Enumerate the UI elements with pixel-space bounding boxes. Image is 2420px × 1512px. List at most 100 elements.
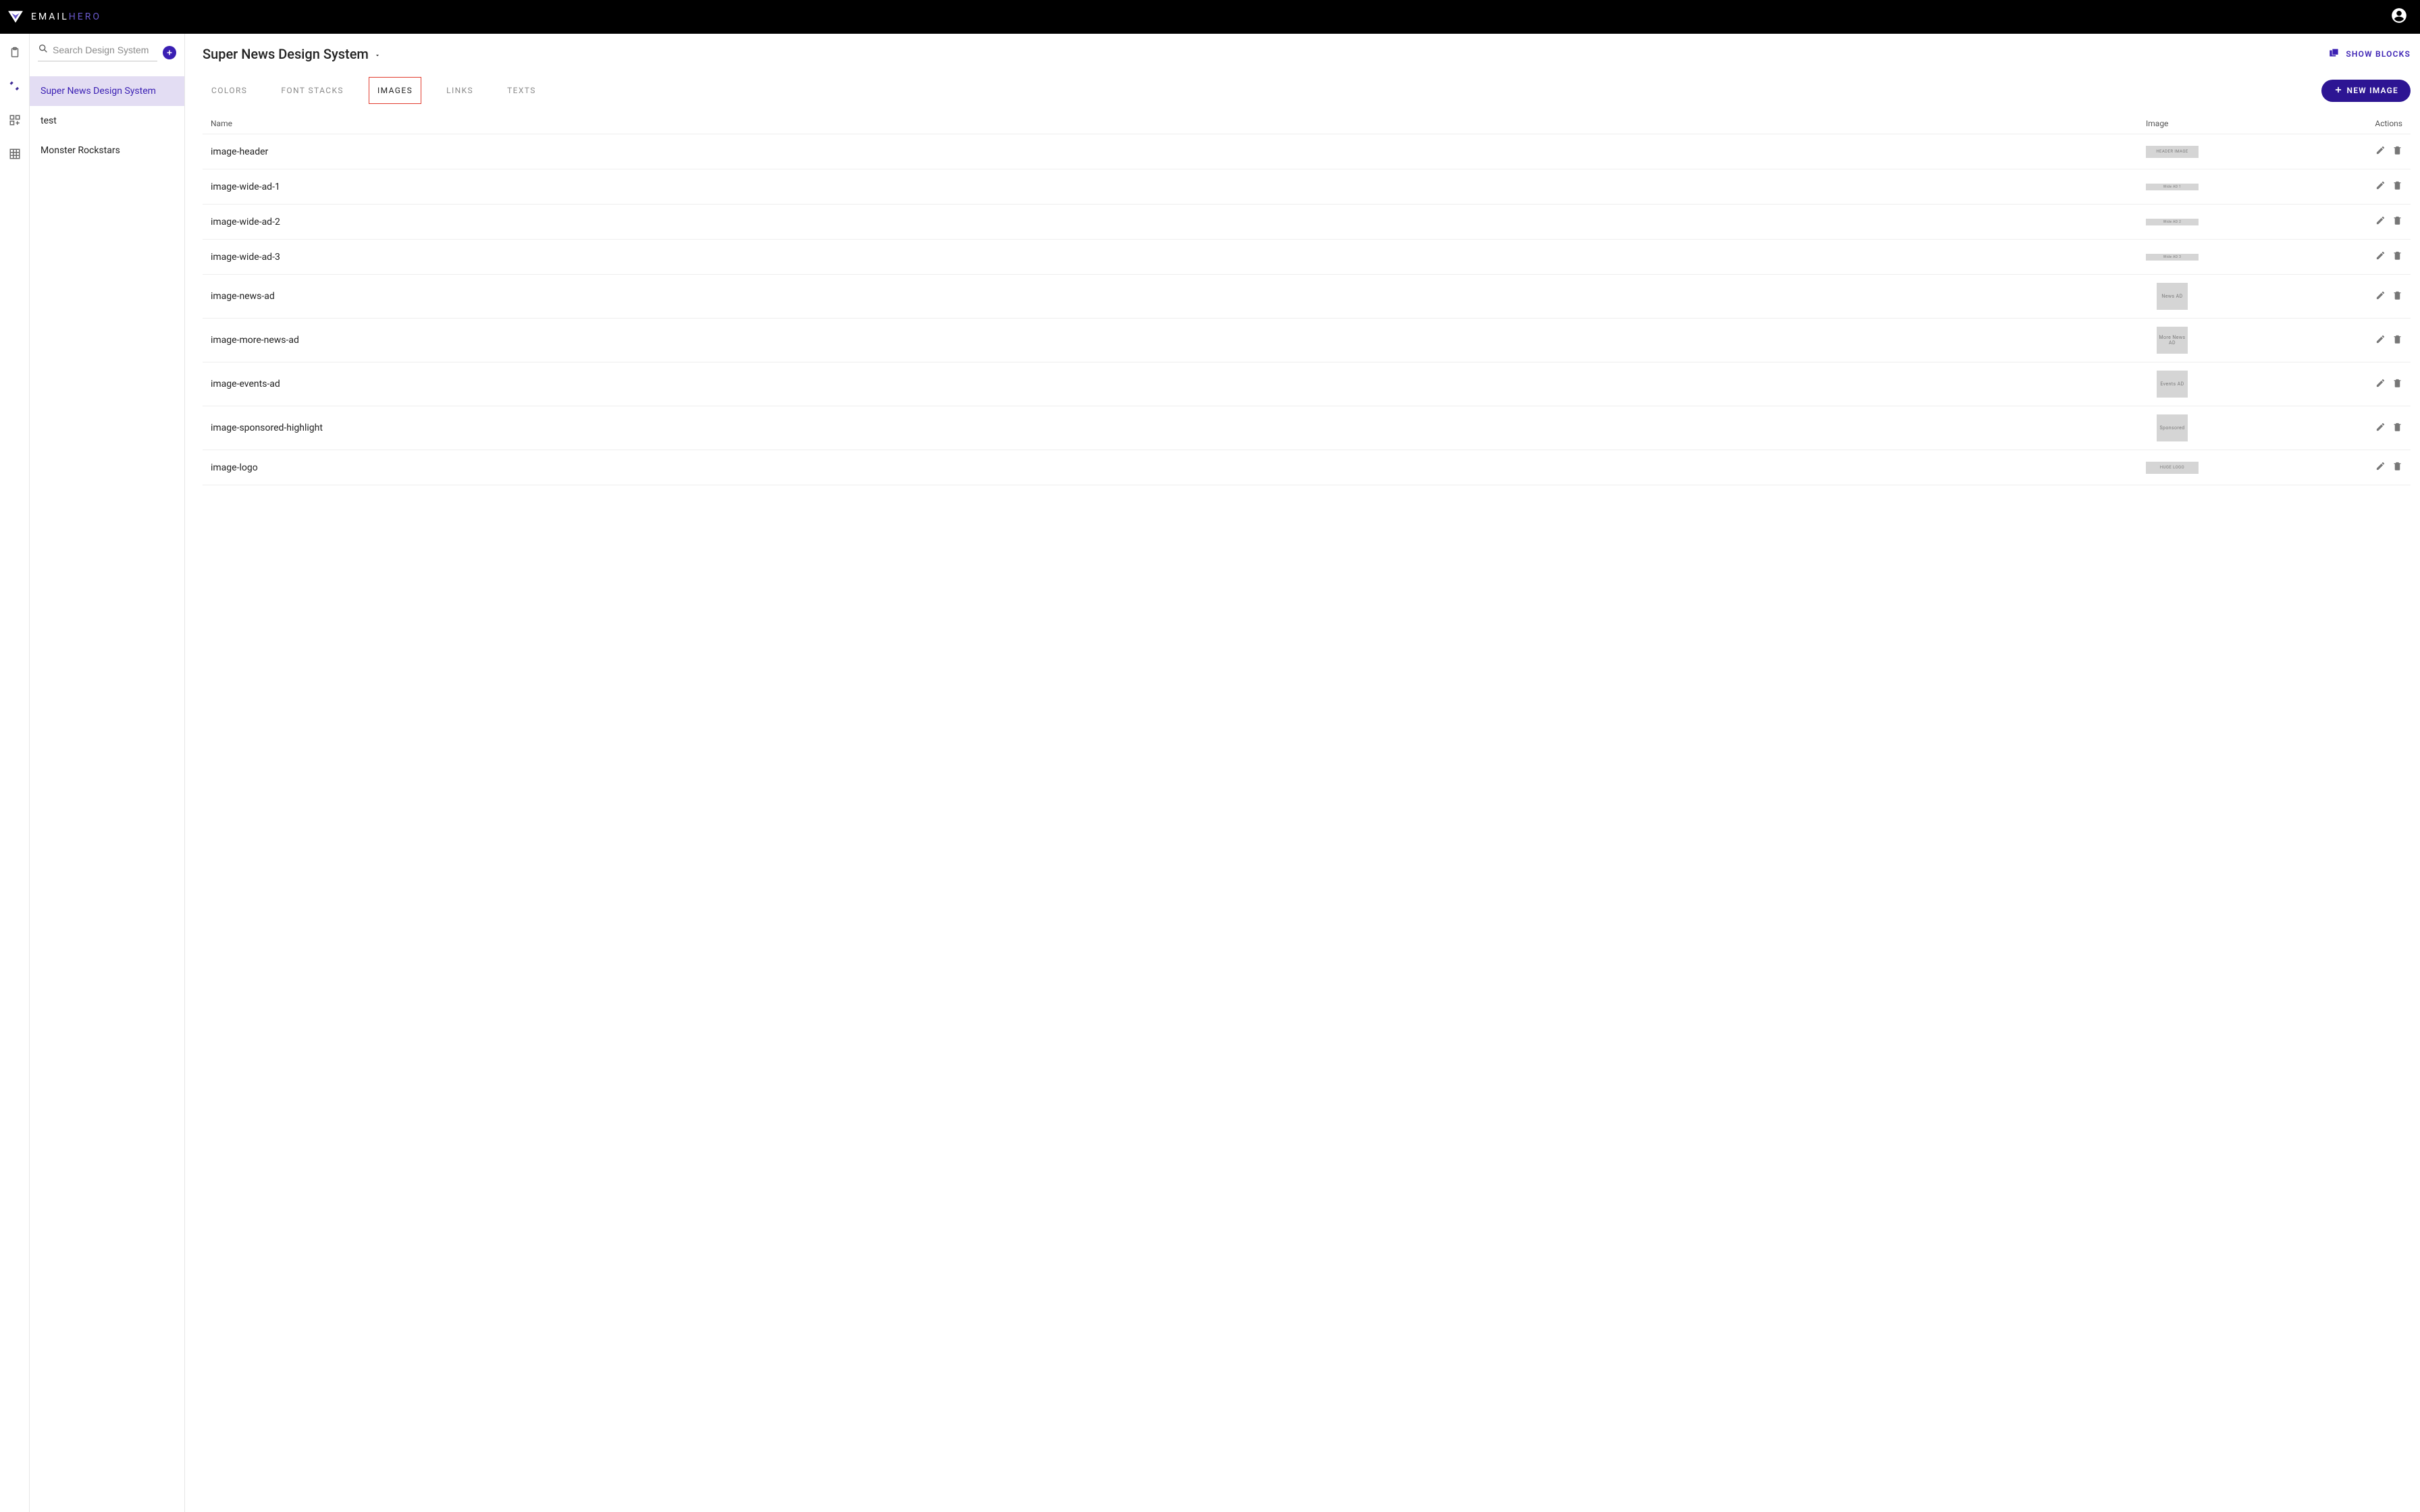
image-placeholder: Wide AD 3: [2146, 254, 2199, 261]
cell-image: Events AD: [2146, 371, 2321, 398]
rail-tools-icon[interactable]: [7, 78, 23, 94]
cell-name: image-wide-ad-2: [211, 217, 2146, 227]
blocks-icon: [2328, 47, 2340, 61]
table-header: Name Image Actions: [203, 113, 2411, 134]
cell-actions: [2321, 422, 2402, 435]
brand-logo-icon: [7, 8, 24, 26]
brand: EMAILHERO: [7, 8, 101, 26]
brand-text: EMAILHERO: [31, 11, 101, 22]
sidebar: Super News Design SystemtestMonster Rock…: [30, 34, 185, 1512]
table-row: image-wide-ad-3Wide AD 3: [203, 240, 2411, 275]
cell-image: Sponsored: [2146, 414, 2321, 441]
main-header: Super News Design System SHOW BLOCKS: [203, 46, 2411, 62]
tab-font-stacks[interactable]: FONT STACKS: [272, 77, 352, 104]
tab-colors[interactable]: COLORS: [203, 77, 256, 104]
cell-actions: [2321, 290, 2402, 303]
cell-image: HEADER IMAGE: [2146, 146, 2321, 158]
page-title-dropdown[interactable]: Super News Design System: [203, 46, 381, 62]
rail-clipboard-icon[interactable]: [7, 45, 23, 61]
delete-icon[interactable]: [2392, 378, 2402, 391]
cell-actions: [2321, 334, 2402, 347]
image-placeholder: Wide AD 1: [2146, 184, 2199, 190]
search-icon: [38, 43, 49, 57]
cell-name: image-more-news-ad: [211, 335, 2146, 346]
cell-name: image-logo: [211, 462, 2146, 473]
show-blocks-label: SHOW BLOCKS: [2346, 49, 2411, 59]
sidebar-list: Super News Design SystemtestMonster Rock…: [30, 76, 184, 165]
brand-text-hero: HERO: [69, 11, 101, 22]
edit-icon[interactable]: [2375, 334, 2386, 347]
image-placeholder: More News AD: [2157, 327, 2188, 354]
table-row: image-sponsored-highlight Sponsored: [203, 406, 2411, 450]
edit-icon[interactable]: [2375, 290, 2386, 303]
image-placeholder: HEADER IMAGE: [2146, 146, 2199, 158]
edit-icon[interactable]: [2375, 461, 2386, 474]
tab-links[interactable]: LINKS: [438, 77, 482, 104]
cell-name: image-wide-ad-1: [211, 182, 2146, 192]
image-placeholder: Events AD: [2157, 371, 2188, 398]
delete-icon[interactable]: [2392, 145, 2402, 158]
delete-icon[interactable]: [2392, 180, 2402, 193]
tab-texts[interactable]: TEXTS: [498, 77, 545, 104]
cell-actions: [2321, 378, 2402, 391]
edit-icon[interactable]: [2375, 215, 2386, 228]
sidebar-item[interactable]: Monster Rockstars: [30, 136, 184, 165]
delete-icon[interactable]: [2392, 334, 2402, 347]
table-row: image-headerHEADER IMAGE: [203, 134, 2411, 169]
th-name: Name: [211, 119, 2146, 128]
table-body: image-headerHEADER IMAGEimage-wide-ad-1W…: [203, 134, 2411, 485]
chevron-down-icon: [374, 46, 381, 62]
table-row: image-logoHUGE LOGO: [203, 450, 2411, 485]
table-row: image-events-ad Events AD: [203, 362, 2411, 406]
cell-actions: [2321, 250, 2402, 263]
cell-actions: [2321, 215, 2402, 228]
account-icon[interactable]: [2390, 7, 2408, 27]
tabs: COLORS FONT STACKS IMAGES LINKS TEXTS: [203, 77, 545, 104]
cell-name: image-header: [211, 146, 2146, 157]
cell-name: image-events-ad: [211, 379, 2146, 389]
cell-image: Wide AD 2: [2146, 219, 2321, 225]
cell-image: More News AD: [2146, 327, 2321, 354]
images-table: Name Image Actions image-headerHEADER IM…: [203, 113, 2411, 485]
th-image: Image: [2146, 119, 2321, 128]
delete-icon[interactable]: [2392, 461, 2402, 474]
search-input[interactable]: [53, 45, 157, 55]
delete-icon[interactable]: [2392, 422, 2402, 435]
cell-actions: [2321, 180, 2402, 193]
cell-name: image-sponsored-highlight: [211, 423, 2146, 433]
cell-name: image-wide-ad-3: [211, 252, 2146, 263]
sidebar-item[interactable]: test: [30, 106, 184, 136]
table-row: image-more-news-ad More News AD: [203, 319, 2411, 362]
edit-icon[interactable]: [2375, 180, 2386, 193]
delete-icon[interactable]: [2392, 290, 2402, 303]
table-row: image-wide-ad-1Wide AD 1: [203, 169, 2411, 205]
cell-actions: [2321, 145, 2402, 158]
image-placeholder: HUGE LOGO: [2146, 462, 2199, 474]
delete-icon[interactable]: [2392, 215, 2402, 228]
edit-icon[interactable]: [2375, 145, 2386, 158]
edit-icon[interactable]: [2375, 378, 2386, 391]
add-design-system-button[interactable]: [163, 46, 176, 59]
cell-name: image-news-ad: [211, 291, 2146, 302]
image-placeholder: Sponsored: [2157, 414, 2188, 441]
rail-module-add-icon[interactable]: [7, 112, 23, 128]
rail-grid-icon[interactable]: [7, 146, 23, 162]
cell-image: HUGE LOGO: [2146, 462, 2321, 474]
new-image-label: NEW IMAGE: [2347, 86, 2399, 95]
main-content: Super News Design System SHOW BLOCKS COL…: [185, 34, 2420, 1512]
sidebar-item[interactable]: Super News Design System: [30, 76, 184, 106]
image-placeholder: Wide AD 2: [2146, 219, 2199, 225]
tab-images[interactable]: IMAGES: [369, 77, 421, 104]
table-row: image-news-ad News AD: [203, 275, 2411, 319]
search-row: [30, 43, 184, 67]
show-blocks-button[interactable]: SHOW BLOCKS: [2328, 47, 2411, 61]
edit-icon[interactable]: [2375, 422, 2386, 435]
search-box: [38, 43, 157, 61]
image-placeholder: News AD: [2157, 283, 2188, 310]
new-image-button[interactable]: NEW IMAGE: [2321, 80, 2411, 102]
th-actions: Actions: [2321, 119, 2402, 128]
page-title: Super News Design System: [203, 46, 369, 62]
delete-icon[interactable]: [2392, 250, 2402, 263]
edit-icon[interactable]: [2375, 250, 2386, 263]
cell-image: Wide AD 3: [2146, 254, 2321, 261]
